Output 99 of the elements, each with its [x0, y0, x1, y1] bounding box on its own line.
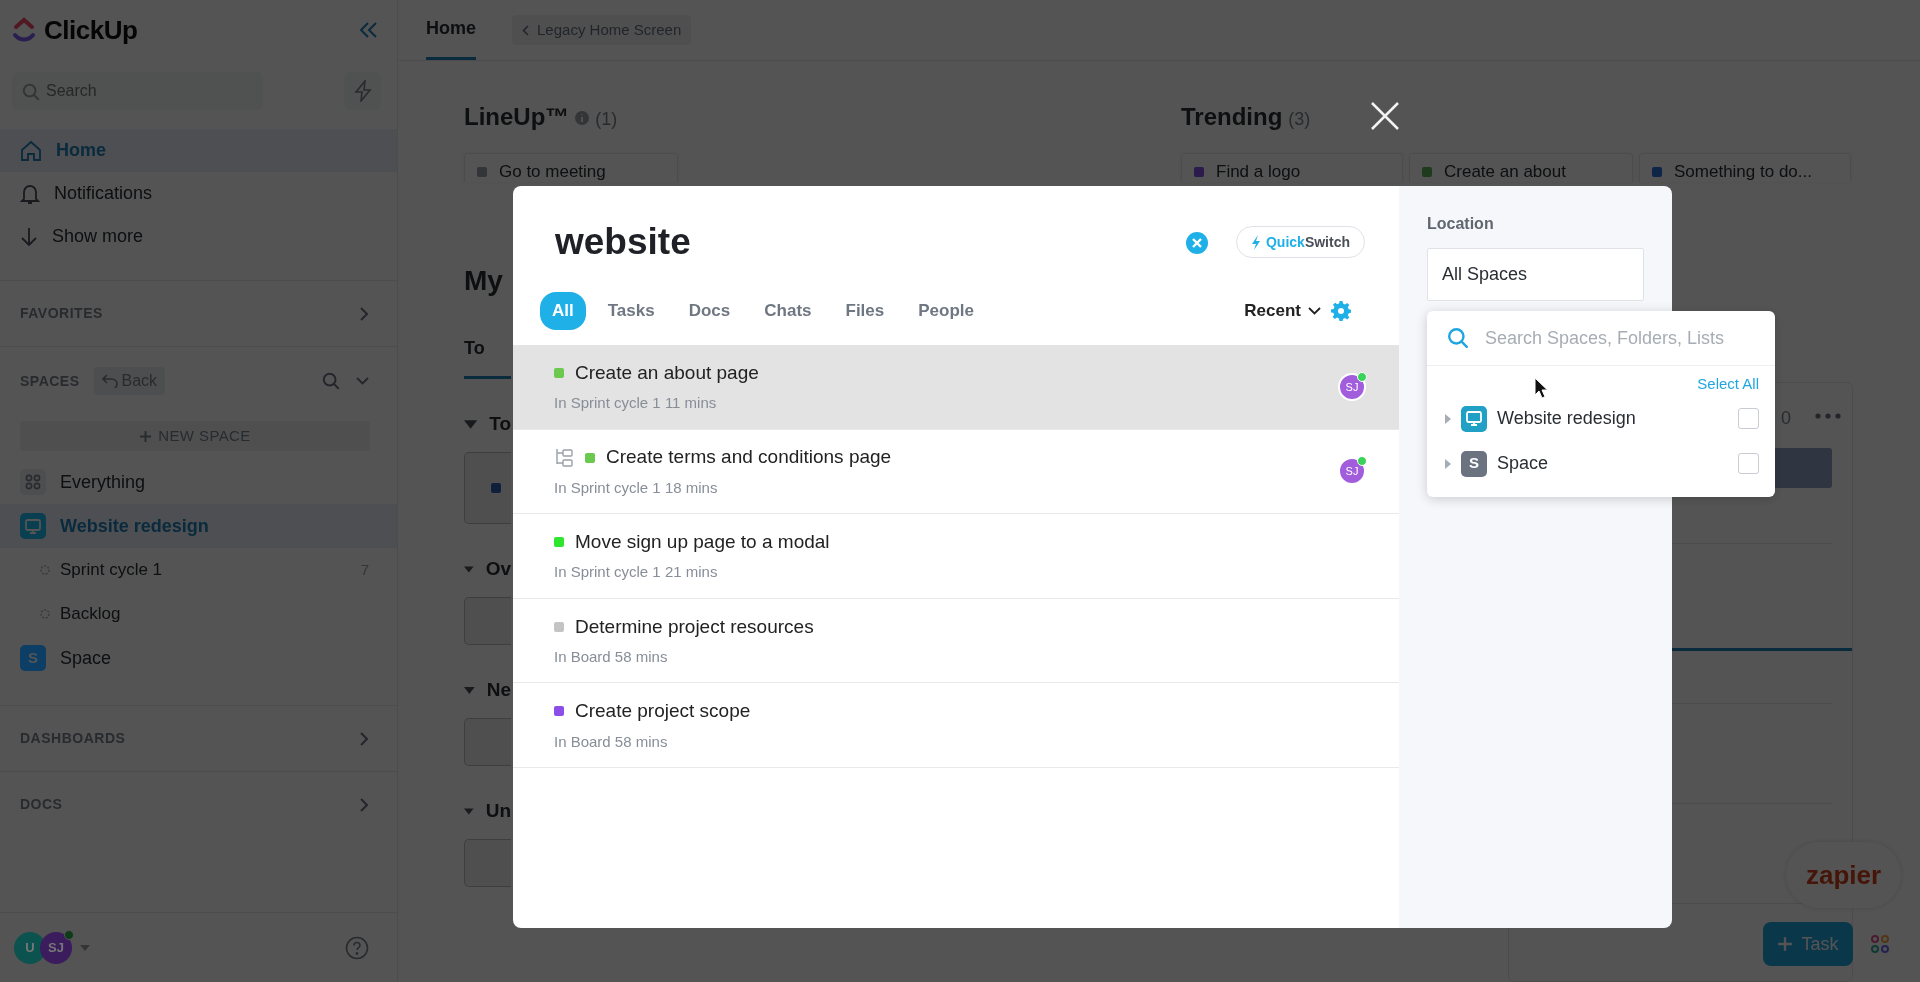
search-result-row[interactable]: Determine project resources In Board 58 mins — [513, 598, 1399, 684]
monitor-icon — [25, 518, 41, 534]
task-location: In Board 58 mins — [554, 647, 669, 668]
search-result-row[interactable]: Create project scope In Board 58 mins — [513, 683, 1399, 768]
triangle-down-icon[interactable] — [464, 419, 478, 429]
task-card[interactable]: Find a logo — [1181, 153, 1403, 182]
logo-icon — [12, 16, 36, 44]
chevron-right-icon[interactable] — [359, 796, 369, 813]
search-icon — [1447, 327, 1469, 349]
nav-item[interactable]: Notifications — [0, 172, 397, 215]
filter-tab[interactable]: Chats — [752, 292, 824, 330]
search-query-field[interactable]: website — [555, 214, 1186, 270]
location-field[interactable]: All Spaces — [1427, 248, 1644, 301]
nav-item[interactable]: Show more — [0, 215, 397, 258]
clear-icon — [1185, 231, 1208, 254]
task-title: Create project scope — [575, 699, 751, 724]
filter-tab[interactable]: Tasks — [595, 292, 667, 330]
select-all-link[interactable]: Select All — [1697, 372, 1759, 396]
filter-tab[interactable]: All — [540, 292, 586, 330]
caret-down-icon[interactable] — [80, 944, 90, 951]
page-tab[interactable]: Home — [426, 0, 476, 60]
quick-action-button[interactable] — [344, 72, 381, 110]
triangle-down-icon[interactable] — [464, 685, 475, 695]
search-icon[interactable] — [322, 372, 340, 390]
task-title: Move sign up page to a modal — [575, 530, 830, 554]
section-heading: LineUp™ — [464, 102, 570, 132]
sort-dropdown[interactable]: Recent — [1244, 298, 1321, 324]
logo-text: ClickUp — [44, 13, 138, 47]
letter-tile: S — [1461, 450, 1487, 477]
field-label: Location — [1427, 214, 1495, 234]
checkbox[interactable] — [1738, 408, 1759, 429]
search-result-row[interactable]: Move sign up page to a modal In Sprint cycle 1 21 mins — [513, 514, 1399, 599]
search-result-row[interactable]: Create an about page In Sprint cycle 1 11 mins SJ — [513, 345, 1399, 430]
group-title: To — [489, 411, 511, 436]
group-title: Ne — [486, 677, 511, 702]
letter-tile: S — [20, 645, 46, 671]
sidebar-item[interactable]: Backlog — [0, 592, 397, 636]
plus-icon — [1777, 936, 1794, 952]
sidebar-item[interactable]: Everything — [0, 460, 397, 504]
checkbox[interactable] — [1738, 453, 1759, 474]
assignee-avatar: SJ — [1338, 372, 1366, 401]
caret-right-icon[interactable] — [1445, 413, 1451, 424]
quickswitch-button[interactable]: QuickSwitch — [1235, 226, 1365, 258]
chevron-down-icon[interactable] — [356, 377, 369, 385]
filter-tab[interactable]: Docs — [676, 292, 743, 330]
group-title: Ov — [485, 556, 511, 581]
monitor-icon — [1466, 411, 1482, 426]
section-heading: My — [464, 264, 504, 298]
task-card[interactable]: Go to meeting — [464, 153, 678, 182]
close-icon — [1370, 101, 1400, 131]
help-icon[interactable] — [345, 935, 369, 960]
task-card[interactable]: Something to do... — [1639, 153, 1851, 182]
search-result-row[interactable]: Create terms and conditions page In Sprint cycle 1 18 mins SJ — [513, 429, 1399, 515]
space-name[interactable]: Website redesign — [1497, 405, 1636, 432]
filter-tab[interactable]: Files — [833, 292, 897, 330]
triangle-down-icon[interactable] — [464, 564, 474, 574]
sidebar-item[interactable]: Website redesign — [0, 504, 397, 548]
grid-icon — [20, 469, 46, 495]
list-icon — [40, 565, 50, 575]
task-location: In Sprint cycle 1 21 mins — [554, 562, 719, 583]
chevron-right-icon[interactable] — [359, 305, 369, 322]
nav-item[interactable]: Home — [0, 129, 397, 172]
lightning-icon — [1250, 234, 1261, 250]
mouse-pointer-icon — [1534, 377, 1548, 399]
lightning-icon — [353, 80, 372, 102]
chevron-down-icon — [1308, 307, 1321, 315]
section-heading: Trending — [1181, 102, 1283, 132]
sidebar-item[interactable]: S Space — [0, 636, 397, 680]
new-task-button[interactable]: Task — [1763, 922, 1853, 966]
triangle-down-icon[interactable] — [464, 806, 474, 816]
task-title: Determine project resources — [575, 614, 814, 639]
list-icon — [40, 609, 50, 619]
info-icon[interactable] — [575, 111, 590, 125]
task-card[interactable]: Create an about — [1409, 153, 1633, 182]
task-location: In Board 58 mins — [554, 731, 669, 752]
avatar[interactable]: SJ — [40, 931, 72, 964]
assignee-avatar: SJ — [1338, 457, 1366, 486]
task-location: In Sprint cycle 1 11 mins — [554, 393, 718, 414]
chevron-right-icon[interactable] — [359, 730, 369, 747]
chevron-left-icon — [522, 24, 529, 36]
group-title: Un — [485, 798, 511, 823]
plus-icon — [139, 429, 153, 443]
filter-tab[interactable]: People — [906, 292, 986, 330]
undo-arrow-icon — [101, 374, 118, 388]
collapse-icon[interactable] — [359, 21, 379, 39]
more-icon[interactable] — [1815, 413, 1841, 419]
apps-grid-icon — [1870, 934, 1890, 954]
home-icon — [20, 139, 42, 162]
caret-right-icon[interactable] — [1445, 458, 1451, 469]
zapier-badge[interactable]: zapier — [1786, 842, 1901, 908]
arrow-down-icon — [20, 226, 38, 247]
task-title: Create terms and conditions page — [606, 445, 892, 470]
close-button[interactable] — [1370, 101, 1400, 131]
bell-icon — [20, 182, 40, 205]
space-name[interactable]: Space — [1497, 450, 1549, 477]
clear-search-button[interactable] — [1185, 230, 1208, 254]
task-location: In Sprint cycle 1 18 mins — [554, 477, 719, 498]
settings-icon[interactable] — [1331, 301, 1351, 321]
task-title: Create an about page — [575, 360, 759, 385]
